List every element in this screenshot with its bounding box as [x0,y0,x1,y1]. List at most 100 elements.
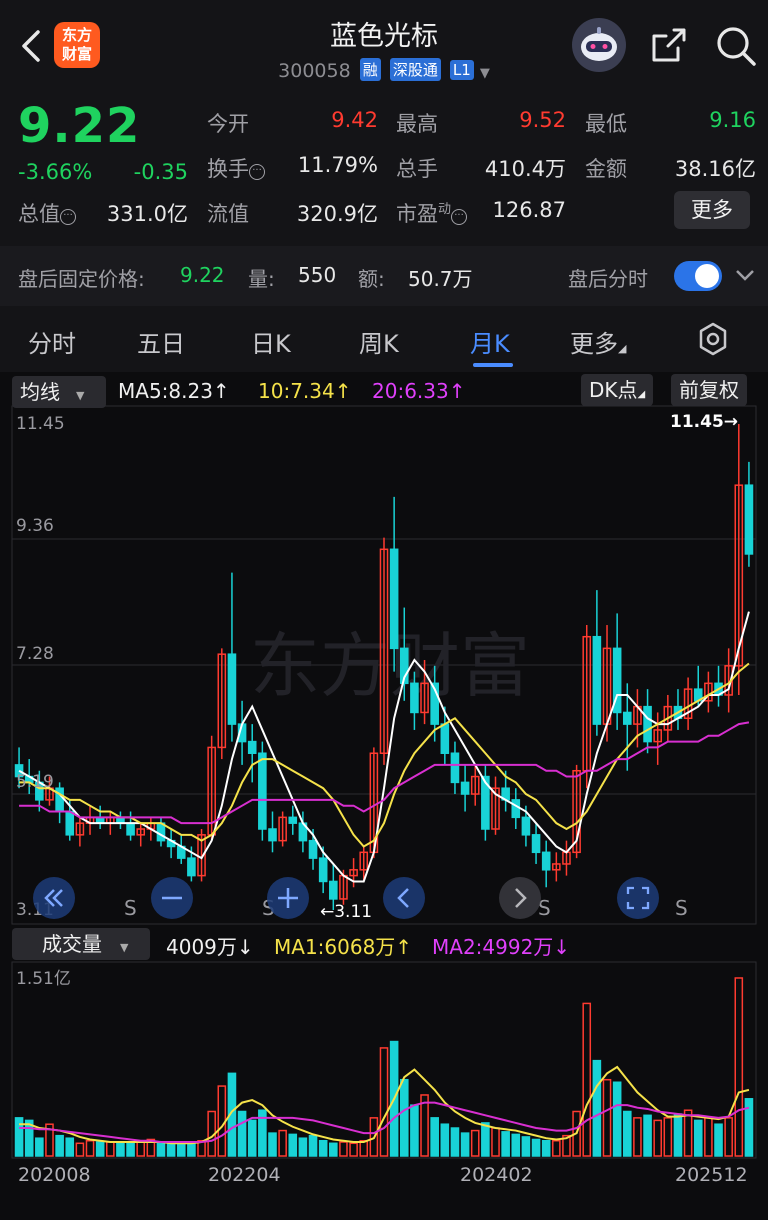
volume-bar [552,1139,561,1157]
volume-bar [379,1047,389,1157]
vol-ma2-legend: MA2:4992万↓ [432,935,571,959]
volume-bar [683,1109,693,1157]
candle-body [156,822,166,842]
volume-bar [85,1139,95,1157]
volume-bar [612,1081,622,1157]
candle-body [308,839,318,859]
volume-bar [349,1142,358,1157]
volume-bar [430,1117,439,1157]
candle-body [592,635,602,725]
volume-bar [663,1117,673,1157]
candle-body [460,781,470,795]
volume-bar [298,1137,308,1157]
volume-bar [136,1139,146,1157]
candle-body [541,851,551,871]
candle-body [329,880,338,900]
volume-bar [440,1123,450,1157]
volume-bar [673,1113,683,1157]
volume-bar [633,1117,642,1157]
volume-bar [35,1137,44,1157]
price-axis-label: 9.36 [16,516,54,536]
candle-body [410,682,419,714]
volume-legend: 4009万↓ [166,935,254,959]
volume-bar [75,1142,85,1157]
volume-bar [734,977,744,1157]
volume-bar [268,1132,277,1157]
volume-bar [399,1078,409,1157]
max-price-marker: 11.45→ [670,412,739,432]
date-label: 202402 [460,1164,533,1186]
volume-bar [602,1078,612,1157]
volume-bar [704,1117,713,1157]
candle-body [643,705,652,743]
date-label: 202008 [18,1164,91,1186]
zoom-in-icon[interactable] [266,876,310,920]
candle-body [450,752,460,784]
fullscreen-icon[interactable] [616,876,660,920]
volume-bar [106,1141,115,1157]
volume-bar [521,1136,531,1157]
candle-body [744,484,754,555]
volume-bar [318,1139,328,1157]
volume-bar [541,1139,551,1157]
price-axis-label: 5.19 [16,772,54,792]
rewind-fast-icon[interactable] [32,876,76,920]
volume-bar [247,1119,257,1157]
vol-ma1-legend: MA1:6068万↑ [274,935,413,959]
candle-body [65,810,75,836]
price-axis-label: 7.28 [16,644,54,664]
candle-body [187,857,196,877]
volume-bar [653,1119,662,1157]
volume-axis-label: 1.51亿 [16,969,71,989]
volume-bar [450,1127,460,1157]
volume-bar [693,1119,703,1157]
volume-bar [308,1134,318,1157]
volume-bar [501,1131,510,1157]
candle-body [288,816,298,824]
volume-bar [410,1104,419,1157]
zoom-out-icon[interactable] [150,876,194,920]
date-label: 202512 [675,1164,748,1186]
scroll-left-icon[interactable] [382,876,426,920]
volume-bar [460,1132,470,1157]
volume-bar [166,1142,176,1157]
volume-bar [643,1114,652,1157]
candle-body [268,828,277,842]
volume-bar [288,1133,298,1157]
volume-bar [724,1117,733,1157]
candle-body [247,740,257,754]
price-axis-label: 11.45 [16,414,65,434]
volume-bar [582,1002,592,1157]
candle-body [389,548,399,650]
volume-ma2-line [19,1101,750,1144]
candle-body [440,723,450,754]
volume-bar [470,1129,480,1157]
volume-ma1-line [19,1065,750,1145]
candle-body [258,752,267,830]
candle-body [521,816,531,836]
volume-bar [156,1141,166,1157]
volume-indicator-select[interactable]: 成交量 ▼ [12,928,150,960]
volume-bar [95,1141,105,1157]
signal-marker: S [675,896,688,920]
volume-bar [531,1138,541,1157]
scroll-right-icon[interactable] [498,876,542,920]
candle-body [622,711,632,725]
volume-bar [481,1122,490,1157]
kline-chart[interactable]: 东方财富 [0,0,768,1220]
volume-bar [176,1143,186,1157]
min-price-marker: ←3.11 [320,902,373,922]
signal-marker: S [124,896,137,920]
volume-bar [126,1142,135,1157]
date-label: 202204 [208,1164,281,1186]
candle-body [318,857,328,883]
candle-body [126,822,135,836]
candle-body [511,799,521,819]
volume-bar [359,1139,369,1157]
volume-bar [237,1110,247,1157]
candle-body [227,653,237,725]
volume-bar [217,1085,227,1157]
volume-bar [329,1142,338,1157]
volume-bar [491,1127,500,1157]
volume-bar [65,1137,75,1157]
